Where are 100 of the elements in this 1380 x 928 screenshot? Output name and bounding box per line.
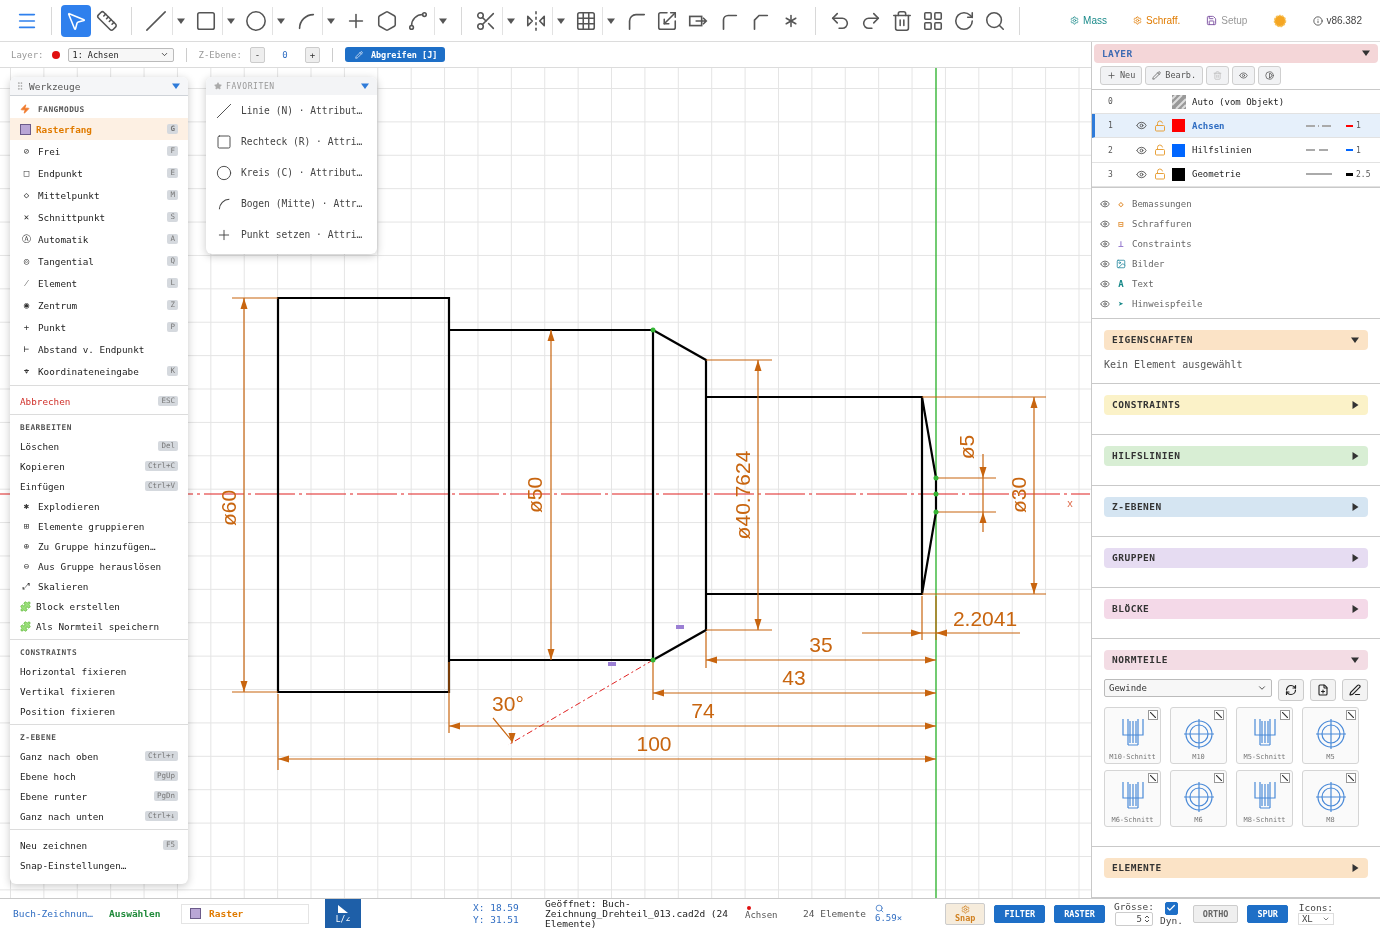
- square-icon: [216, 133, 232, 150]
- item-label: Kopieren: [20, 460, 66, 472]
- tool-button[interactable]: [61, 4, 91, 37]
- category-label: Text: [1132, 279, 1154, 289]
- favorite-item[interactable]: Kreis (C) · Attribut…: [206, 157, 377, 188]
- line-width: 1: [1356, 145, 1361, 155]
- line-width-mark: [1346, 124, 1353, 127]
- menu-item[interactable]: ⊕ Zu Gruppe hinzufügen…: [10, 536, 188, 556]
- add-file-button[interactable]: [1310, 679, 1336, 701]
- item-label: Abbrechen: [20, 395, 72, 407]
- layer-name: Auto (vom Objekt): [1192, 96, 1286, 107]
- layer-number: 3: [1108, 169, 1114, 179]
- chevron-icon: [1321, 915, 1330, 923]
- file-link[interactable]: Buch-Zeichnun…: [13, 908, 109, 919]
- pick-button[interactable]: Abgreifen [J]: [344, 47, 446, 62]
- favorite-item[interactable]: Rechteck (R) · Attri…: [206, 126, 377, 157]
- eye-icon[interactable]: [1100, 299, 1110, 309]
- section-header[interactable]: NORMTEILE: [1104, 650, 1368, 670]
- symbol-icon: ⊢: [20, 344, 33, 354]
- item-label: Tangential: [38, 255, 95, 267]
- section-title: CONSTRAINTS: [1112, 399, 1181, 411]
- eye-icon: [1239, 71, 1249, 80]
- menu-item[interactable]: ⊖ Aus Gruppe herauslösen: [10, 556, 188, 576]
- section-header[interactable]: EIGENSCHAFTEN: [1104, 330, 1368, 350]
- eye-icon[interactable]: [1136, 120, 1147, 132]
- eye-icon[interactable]: [1100, 279, 1110, 289]
- line-width-mark: [1346, 172, 1353, 176]
- menu-item[interactable]: Block erstellen: [10, 596, 188, 616]
- section-header[interactable]: BLÖCKE: [1104, 599, 1368, 619]
- eye-icon[interactable]: [1100, 199, 1110, 209]
- circle-icon: [216, 164, 232, 181]
- item-label: Endpunkt: [38, 167, 84, 179]
- edit-corner-icon[interactable]: [1280, 773, 1290, 783]
- pencil-icon: [354, 50, 363, 59]
- panel-button[interactable]: [1232, 66, 1256, 85]
- toggle-button[interactable]: FILTER: [994, 904, 1046, 923]
- menu-item[interactable]: Position fixieren: [10, 701, 188, 721]
- edit-corner-icon[interactable]: [1214, 710, 1224, 720]
- checkbox[interactable]: [1164, 901, 1178, 915]
- menu-item[interactable]: Als Normteil speichern: [10, 616, 188, 636]
- menu-item[interactable]: Horizontal fixieren: [10, 661, 188, 681]
- menu-item[interactable]: ⊢ Abstand v. Endpunkt: [10, 338, 188, 360]
- refresh-button[interactable]: [1278, 679, 1304, 701]
- menu-item[interactable]: ⊞ Elemente gruppieren: [10, 516, 188, 536]
- section-title: ELEMENTE: [1112, 862, 1162, 874]
- layer-select[interactable]: 1: Achsen: [67, 47, 174, 62]
- icon-size-select[interactable]: XL: [1297, 913, 1334, 925]
- menu-item[interactable]: ⤢ Skalieren: [10, 576, 188, 596]
- layer-number: 0: [1108, 97, 1114, 107]
- edit-corner-icon[interactable]: [1148, 773, 1158, 783]
- toggle-button[interactable]: RASTER: [1054, 904, 1105, 923]
- increase-button[interactable]: +: [304, 46, 320, 63]
- save-icon: [1206, 15, 1218, 26]
- toggle-button[interactable]: SPUR: [1247, 904, 1288, 923]
- section-header[interactable]: CONSTRAINTS: [1104, 395, 1368, 415]
- symbol-icon: ◎: [20, 256, 33, 266]
- category-label: Schraffuren: [1132, 219, 1192, 229]
- item-label: Explodieren: [38, 500, 101, 512]
- item-label: Element: [38, 277, 79, 289]
- panel-button[interactable]: [1258, 66, 1282, 85]
- edit-corner-icon[interactable]: [1280, 710, 1290, 720]
- pen-icon: [1349, 684, 1361, 696]
- eye-icon[interactable]: [1136, 144, 1147, 156]
- item-label: Kreis (C) · Attribut…: [241, 167, 363, 178]
- panel-button[interactable]: Bearb.: [1145, 66, 1204, 85]
- eye-icon[interactable]: [1100, 219, 1110, 229]
- favorite-item[interactable]: Punkt setzen · Attri…: [206, 219, 377, 250]
- eye-icon[interactable]: [1100, 259, 1110, 269]
- file-info: Geöffnet: Buch-Zeichnung_Drehteil_013.cad2d (24 Elemente): [545, 898, 730, 928]
- checkbox-label: Dyn.: [1159, 914, 1183, 926]
- section-header[interactable]: HILFSLINIEN: [1104, 446, 1368, 466]
- decrease-button[interactable]: -: [249, 46, 265, 63]
- layer-panel-header[interactable]: LAYER: [1094, 44, 1378, 63]
- edit-button[interactable]: [1342, 679, 1368, 701]
- edit-corner-icon[interactable]: [1346, 710, 1356, 720]
- spinner-icon: [1143, 914, 1150, 924]
- eye-icon[interactable]: [1136, 168, 1147, 180]
- menu-item[interactable]: Vertikal fixieren: [10, 681, 188, 701]
- favorite-item[interactable]: Linie (N) · Attribut…: [206, 95, 377, 126]
- section-header[interactable]: Z-EBENEN: [1104, 497, 1368, 517]
- edit-corner-icon[interactable]: [1346, 773, 1356, 783]
- edit-corner-icon[interactable]: [1214, 773, 1224, 783]
- panel-button[interactable]: Neu: [1100, 66, 1143, 85]
- collapse-caret-icon: [1362, 49, 1370, 58]
- eye-icon[interactable]: [1100, 239, 1110, 249]
- menu-item[interactable]: ✱ Explodieren: [10, 496, 188, 516]
- toolbar-link[interactable]: Mass: [1070, 15, 1107, 26]
- section-header[interactable]: ELEMENTE: [1104, 858, 1368, 878]
- layer-row[interactable]: 1 Achsen 1: [1092, 114, 1380, 139]
- menu-item[interactable]: Snap-Einstellungen…: [10, 855, 188, 875]
- item-label: Mittelpunkt: [38, 189, 101, 201]
- section-header[interactable]: GRUPPEN: [1104, 548, 1368, 568]
- favorite-item[interactable]: Bogen (Mitte) · Attr…: [206, 188, 377, 219]
- category-select[interactable]: Gewinde: [1104, 679, 1272, 697]
- angle-button[interactable]: L/∠: [325, 898, 361, 928]
- toggle-button[interactable]: ORTHO: [1192, 904, 1239, 923]
- edit-corner-icon[interactable]: [1148, 710, 1158, 720]
- square-icon: [195, 9, 217, 32]
- search-icon: [875, 903, 884, 913]
- size-field[interactable]: 5: [1114, 912, 1153, 926]
